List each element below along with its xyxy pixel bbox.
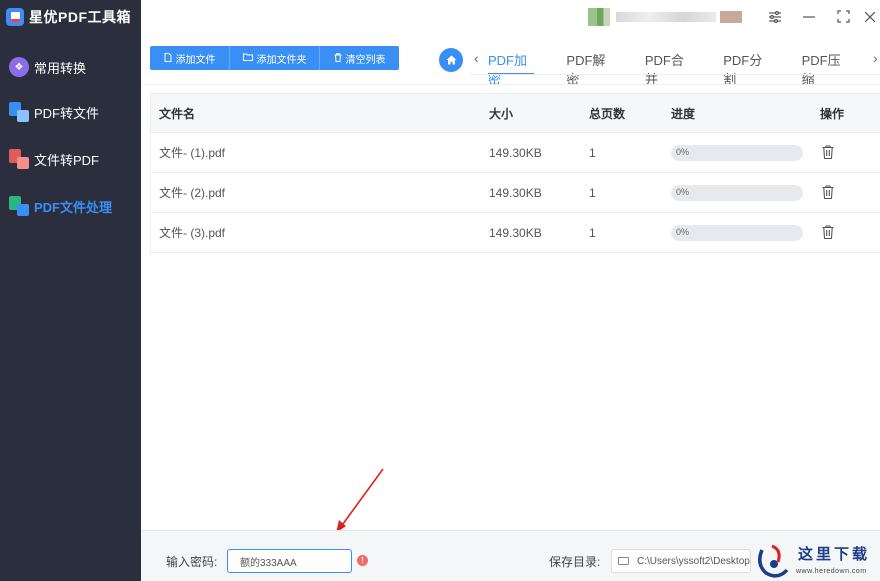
header-size: 大小 (489, 106, 514, 121)
watermark-logo-icon (758, 544, 789, 578)
user-avatar[interactable] (588, 7, 610, 26)
save-dir-field[interactable]: C:\Users\yssoft2\Desktop (611, 549, 751, 573)
header-pages: 总页数 (589, 106, 626, 121)
folder-icon (242, 53, 253, 63)
folder-icon (618, 557, 629, 565)
sidebar: 星优PDF工具箱 常用转换 PDF转文件 文件转PDF PDF文件处理 (0, 0, 141, 581)
progress-label: 0% (676, 187, 690, 197)
progress-bar: 0% (671, 185, 803, 201)
tabs-divider (470, 74, 880, 75)
header-progress: 进度 (671, 106, 696, 121)
save-dir-path: C:\Users\yssoft2\Desktop (637, 555, 750, 567)
file-toolbar: 添加文件 添加文件夹 清空列表 (150, 46, 399, 70)
table-header: 文件名 大小 总页数 进度 操作 (151, 93, 880, 133)
add-folder-button[interactable]: 添加文件夹 (230, 46, 320, 70)
progress-label: 0% (676, 227, 690, 237)
password-input[interactable] (227, 549, 352, 573)
annotation-arrow (336, 468, 384, 533)
tabs-scroll-left-icon[interactable]: ‹ (474, 50, 479, 66)
watermark-text: 这里下载 (798, 545, 871, 563)
settings-icon[interactable] (758, 0, 792, 33)
tab-pdf-encrypt[interactable]: PDF加密 (488, 50, 535, 87)
file-size: 149.30KB (489, 225, 542, 240)
titlebar-controls (588, 0, 880, 33)
function-tabs: PDF加密 PDF解密 PDF合并 PDF分割 PDF压缩 (488, 50, 880, 87)
file-size: 149.30KB (489, 145, 542, 160)
tab-pdf-split[interactable]: PDF分割 (723, 50, 769, 87)
home-icon[interactable] (439, 48, 463, 72)
app-brand: 星优PDF工具箱 (0, 0, 141, 33)
info-warning-icon[interactable]: ! (357, 555, 368, 566)
app-logo-icon (6, 7, 24, 26)
file-list-panel: 文件名 大小 总页数 进度 操作 文件- (1).pdf 149.30KB 1 … (141, 84, 880, 530)
minimize-icon[interactable] (792, 0, 826, 33)
watermark: 这里下载 www.heredown.com (752, 538, 880, 581)
table-row: 文件- (2).pdf 149.30KB 1 0% (151, 173, 880, 213)
header-actions: 操作 (820, 106, 845, 121)
table-row: 文件- (3).pdf 149.30KB 1 0% (151, 213, 880, 253)
file-name: 文件- (2).pdf (159, 186, 226, 200)
file-name: 文件- (1).pdf (159, 146, 226, 160)
delete-icon[interactable] (822, 145, 834, 160)
sidebar-item-common-convert[interactable]: 常用转换 (9, 57, 86, 77)
file-table: 文件名 大小 总页数 进度 操作 文件- (1).pdf 149.30KB 1 … (150, 93, 880, 253)
add-folder-label: 添加文件夹 (256, 54, 307, 66)
sidebar-item-pdf-to-file[interactable]: PDF转文件 (9, 102, 99, 122)
pdf-to-file-icon (9, 102, 29, 122)
maximize-icon[interactable] (826, 0, 860, 33)
close-icon[interactable] (860, 0, 880, 33)
file-size: 149.30KB (489, 185, 542, 200)
password-label: 输入密码: (166, 555, 218, 569)
sidebar-item-label: 常用转换 (34, 60, 87, 76)
sidebar-item-label: PDF转文件 (34, 105, 100, 121)
app-title: 星优PDF工具箱 (29, 8, 131, 25)
sidebar-item-pdf-processing[interactable]: PDF文件处理 (9, 196, 112, 216)
header-name: 文件名 (159, 106, 196, 121)
watermark-url: www.heredown.com (796, 568, 867, 575)
file-pages: 1 (589, 185, 596, 200)
sidebar-item-label: 文件转PDF (34, 152, 100, 168)
clear-list-button[interactable]: 清空列表 (320, 46, 399, 70)
file-to-pdf-icon (9, 149, 29, 169)
tab-pdf-compress[interactable]: PDF压缩 (802, 50, 848, 87)
delete-icon[interactable] (822, 185, 834, 200)
file-name: 文件- (3).pdf (159, 226, 226, 240)
add-file-label: 添加文件 (175, 54, 216, 66)
progress-bar: 0% (671, 145, 803, 161)
add-file-button[interactable]: 添加文件 (150, 46, 230, 70)
file-pages: 1 (589, 145, 596, 160)
file-pages: 1 (589, 225, 596, 240)
account-name-blurred (616, 11, 716, 22)
progress-label: 0% (676, 147, 690, 157)
common-convert-icon (9, 57, 29, 77)
tab-pdf-merge[interactable]: PDF合并 (645, 50, 691, 87)
trash-icon (334, 52, 342, 64)
save-dir-label: 保存目录: (549, 555, 601, 569)
account-badge-blurred (720, 10, 742, 23)
delete-icon[interactable] (822, 225, 834, 240)
pdf-processing-icon (9, 196, 29, 216)
tab-pdf-decrypt[interactable]: PDF解密 (566, 50, 612, 87)
progress-bar: 0% (671, 225, 803, 241)
clear-list-label: 清空列表 (345, 54, 386, 66)
tabs-scroll-right-icon[interactable]: › (873, 50, 878, 66)
sidebar-item-label: PDF文件处理 (34, 199, 113, 215)
sidebar-item-file-to-pdf[interactable]: 文件转PDF (9, 149, 99, 169)
table-row: 文件- (1).pdf 149.30KB 1 0% (151, 133, 880, 173)
file-icon (164, 52, 172, 64)
